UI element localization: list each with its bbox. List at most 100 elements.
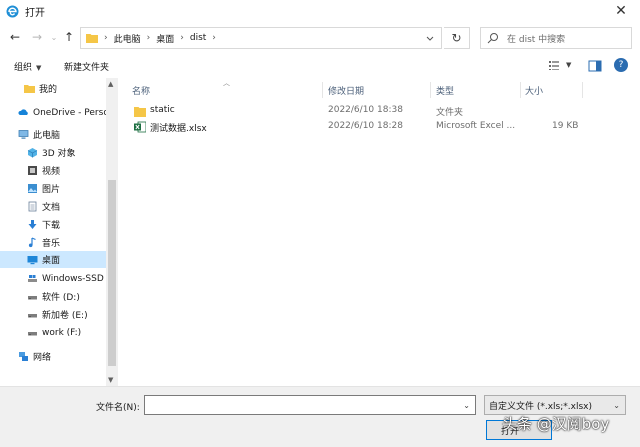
view-list-icon xyxy=(549,61,559,70)
column-header-size[interactable]: 大小 xyxy=(525,82,543,98)
watermark: 头条 @汉阅boy xyxy=(502,415,610,433)
picture-icon xyxy=(28,184,37,193)
view-options-button[interactable]: ▼ xyxy=(548,59,571,71)
file-modified: 2022/6/10 18:38 xyxy=(328,105,403,115)
drive-icon xyxy=(28,314,37,318)
column-divider[interactable] xyxy=(520,82,521,98)
caret-down-icon: ▼ xyxy=(566,61,572,69)
excel-icon xyxy=(134,121,146,133)
nav-item-label: 网络 xyxy=(33,353,52,363)
nav-item-onedrive[interactable]: OneDrive - Perso xyxy=(0,104,106,121)
column-divider[interactable] xyxy=(582,82,583,98)
nav-item-3d-objects[interactable]: 3D 对象 xyxy=(0,144,106,161)
nav-item-drive-d[interactable]: 软件 (D:) xyxy=(0,288,106,305)
file-size: 19 KB xyxy=(552,121,579,131)
nav-item-pictures[interactable]: 图片 xyxy=(0,180,106,197)
nav-item-label: OneDrive - Perso xyxy=(33,107,106,118)
column-header-type[interactable]: 类型 xyxy=(436,82,454,98)
breadcrumb-desktop[interactable]: 桌面 xyxy=(156,32,174,45)
nav-item-label: 新加卷 (E:) xyxy=(42,311,88,321)
nav-item-videos[interactable]: 视频 xyxy=(0,162,106,179)
column-divider[interactable] xyxy=(322,82,323,98)
search-input[interactable]: 在 dist 中搜索 xyxy=(480,27,632,49)
file-type: Microsoft Excel ... xyxy=(436,121,516,131)
nav-item-label: 我的 xyxy=(39,85,58,95)
nav-item-my-folder[interactable]: 我的 xyxy=(0,80,106,97)
chevron-down-icon: ⌄ xyxy=(613,401,620,410)
drive-icon xyxy=(28,275,37,282)
back-arrow-icon[interactable]: ← xyxy=(8,30,22,44)
title-bar: 打开 ✕ xyxy=(0,0,640,22)
nav-item-downloads[interactable]: 下载 xyxy=(0,216,106,233)
file-name: 测试数据.xlsx xyxy=(150,124,207,134)
nav-item-label: 软件 (D:) xyxy=(42,293,80,303)
preview-pane-icon[interactable] xyxy=(588,60,602,72)
nav-item-desktop[interactable]: 桌面 xyxy=(0,251,106,268)
refresh-icon[interactable]: ↻ xyxy=(444,27,470,49)
file-row[interactable]: 测试数据.xlsx 2022/6/10 18:28 Microsoft Exce… xyxy=(132,119,632,136)
new-folder-button[interactable]: 新建文件夹 xyxy=(64,60,109,73)
nav-item-network[interactable]: 网络 xyxy=(0,348,106,365)
drive-icon xyxy=(28,296,37,300)
breadcrumb-separator: › xyxy=(146,33,151,43)
scroll-up-icon[interactable]: ▲ xyxy=(108,80,113,88)
scroll-down-icon[interactable]: ▼ xyxy=(108,376,113,384)
window-title: 打开 xyxy=(25,7,45,19)
navigation-list: 我的 OneDrive - Perso 此电脑 3D 对象 视频 图片 文档 下… xyxy=(0,78,106,386)
column-divider[interactable] xyxy=(430,82,431,98)
breadcrumb-dist[interactable]: dist xyxy=(190,33,206,43)
nav-item-music[interactable]: 音乐 xyxy=(0,234,106,251)
file-row[interactable]: static 2022/6/10 18:38 文件夹 xyxy=(132,103,632,120)
download-icon xyxy=(28,220,37,229)
file-type: 文件夹 xyxy=(436,108,464,118)
document-icon xyxy=(28,201,37,212)
bottom-pane: 文件名(N): ⌄ 自定义文件 (*.xls;*.xlsx) ⌄ 打开 头条 @… xyxy=(0,386,640,447)
up-arrow-icon[interactable]: ↑ xyxy=(62,30,76,44)
folder-icon xyxy=(134,107,146,117)
music-icon xyxy=(28,237,36,248)
nav-item-label: 文档 xyxy=(42,203,61,213)
address-bar[interactable]: › 此电脑 › 桌面 › dist › xyxy=(80,27,442,49)
breadcrumb-this-pc[interactable]: 此电脑 xyxy=(114,32,141,45)
column-header-modified[interactable]: 修改日期 xyxy=(328,82,364,98)
column-header-name[interactable]: 名称 xyxy=(132,82,150,98)
nav-item-label: 音乐 xyxy=(42,239,61,249)
filename-label: 文件名(N): xyxy=(96,403,140,413)
desktop-icon xyxy=(27,256,38,265)
chevron-down-icon[interactable] xyxy=(425,33,435,43)
breadcrumb-separator: › xyxy=(212,33,216,43)
file-name: static xyxy=(150,105,175,115)
nav-item-drive-f[interactable]: work (F:) xyxy=(0,324,106,341)
nav-item-documents[interactable]: 文档 xyxy=(0,198,106,215)
breadcrumb-separator: › xyxy=(180,33,184,43)
nav-item-label: 桌面 xyxy=(42,256,61,266)
filename-input[interactable]: ⌄ xyxy=(144,395,476,415)
forward-arrow-icon[interactable]: → xyxy=(30,30,44,44)
sort-ascending-icon: ︿ xyxy=(223,79,230,87)
recent-chevron-icon[interactable]: ⌄ xyxy=(47,30,61,44)
folder-icon xyxy=(24,85,35,93)
help-icon[interactable]: ? xyxy=(614,58,628,72)
chevron-down-icon[interactable]: ⌄ xyxy=(463,401,470,410)
close-button[interactable]: ✕ xyxy=(612,3,630,19)
nav-item-label: 下载 xyxy=(42,221,61,231)
cloud-icon xyxy=(18,109,28,115)
caret-down-icon: ▼ xyxy=(36,64,42,72)
computer-icon xyxy=(18,130,29,139)
organize-button[interactable]: 组织 ▼ xyxy=(14,60,41,73)
scrollbar-thumb[interactable] xyxy=(108,180,116,366)
nav-item-drive-e[interactable]: 新加卷 (E:) xyxy=(0,306,106,323)
filetype-select[interactable]: 自定义文件 (*.xls;*.xlsx) ⌄ xyxy=(484,395,626,415)
file-modified: 2022/6/10 18:28 xyxy=(328,121,403,131)
breadcrumb-separator: › xyxy=(104,33,108,43)
nav-item-label: Windows-SSD xyxy=(42,273,104,284)
network-icon xyxy=(19,352,28,361)
search-placeholder: 在 dist 中搜索 xyxy=(507,34,566,45)
navigation-bar: ← → ⌄ ↑ › 此电脑 › 桌面 › dist › ↻ 在 dist 中搜索 xyxy=(0,24,640,52)
toolbar: 组织 ▼ 新建文件夹 ▼ ? xyxy=(0,56,640,78)
sidebar-scrollbar[interactable]: ▲ ▼ xyxy=(106,78,118,386)
drive-icon xyxy=(28,332,37,336)
cube-icon xyxy=(27,148,38,158)
nav-item-windows-ssd[interactable]: Windows-SSD xyxy=(0,270,106,287)
nav-item-this-pc[interactable]: 此电脑 xyxy=(0,126,106,143)
